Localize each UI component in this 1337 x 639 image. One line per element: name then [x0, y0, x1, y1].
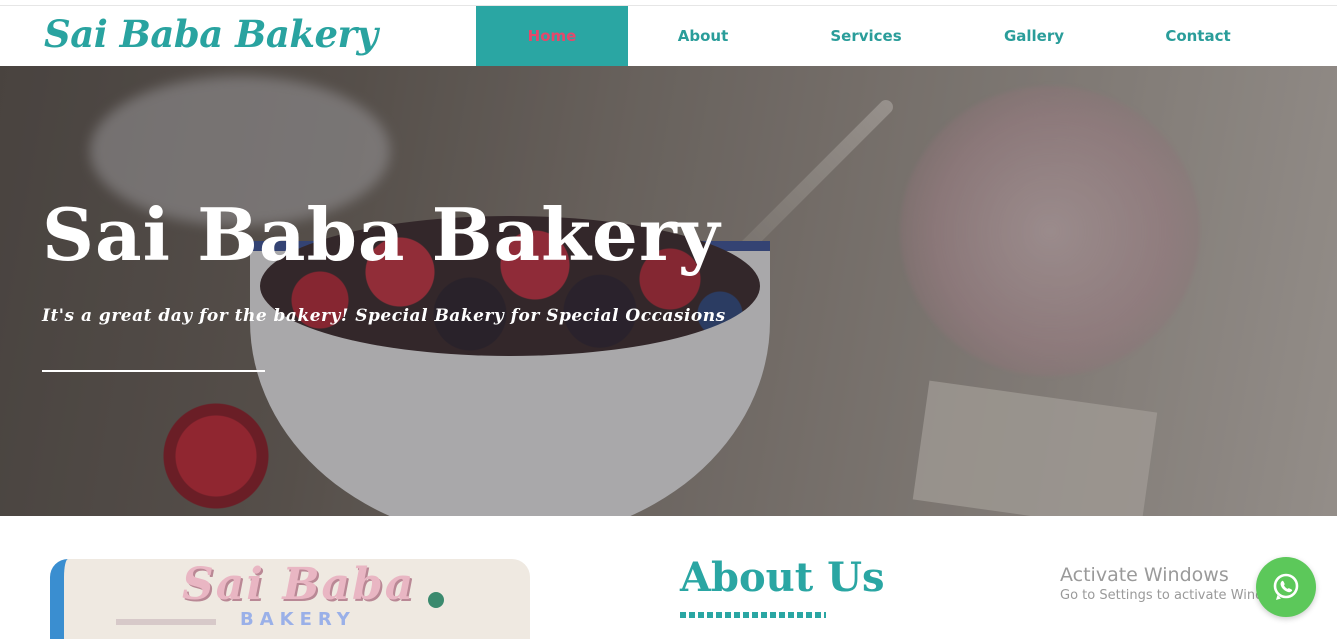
about-shop-photo: Sai Baba BAKERY — [50, 559, 530, 639]
shop-sign-subtext: BAKERY — [240, 609, 356, 630]
about-title: About Us — [680, 554, 885, 601]
shop-sign-text: Sai Baba — [182, 559, 416, 610]
shop-sign-bar — [116, 619, 216, 625]
whatsapp-button[interactable] — [1256, 557, 1316, 617]
nav-about[interactable]: About — [628, 6, 778, 66]
hero-subtitle: It's a great day for the bakery! Special… — [42, 306, 726, 326]
nav-services[interactable]: Services — [790, 6, 942, 66]
about-divider — [680, 612, 826, 618]
nav-gallery[interactable]: Gallery — [958, 6, 1110, 66]
shop-sign-emblem — [428, 592, 444, 608]
hero-banner: Sai Baba Bakery It's a great day for the… — [0, 66, 1337, 516]
whatsapp-icon — [1273, 573, 1299, 600]
hero-overlay — [0, 66, 1337, 516]
site-logo[interactable]: Sai Baba Bakery — [44, 12, 378, 56]
navbar: Sai Baba Bakery Home About Services Gall… — [0, 6, 1337, 66]
nav-contact[interactable]: Contact — [1122, 6, 1274, 66]
hero-title: Sai Baba Bakery — [42, 192, 721, 277]
nav-home[interactable]: Home — [476, 6, 628, 66]
hero-divider — [42, 370, 265, 372]
